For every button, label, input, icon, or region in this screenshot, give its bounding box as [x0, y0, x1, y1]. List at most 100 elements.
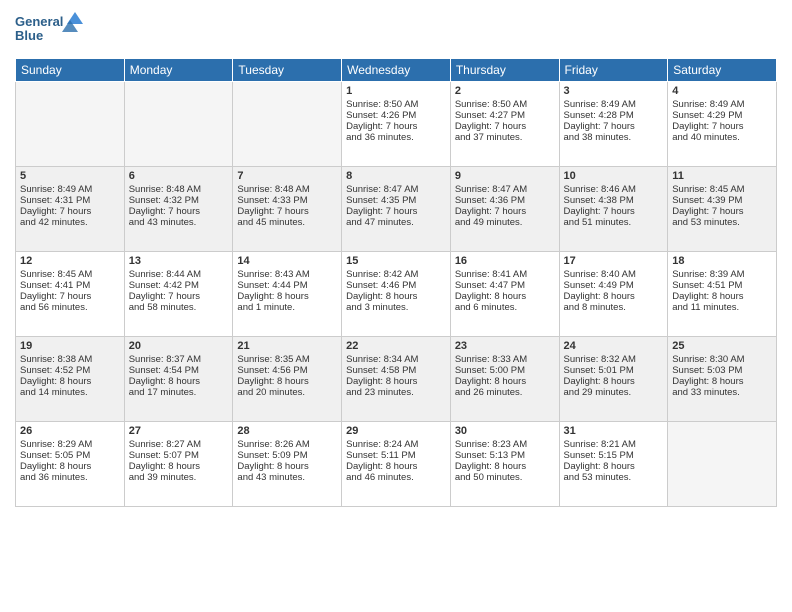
day-info-line: and 14 minutes. [20, 387, 120, 398]
day-number: 23 [455, 340, 555, 352]
day-info-line: and 56 minutes. [20, 302, 120, 313]
logo-svg: General Blue [15, 10, 85, 50]
calendar-cell-w5d4: 29Sunrise: 8:24 AMSunset: 5:11 PMDayligh… [342, 422, 451, 507]
day-number: 11 [672, 170, 772, 182]
day-info-line: Sunset: 4:36 PM [455, 195, 555, 206]
calendar-cell-w4d7: 25Sunrise: 8:30 AMSunset: 5:03 PMDayligh… [668, 337, 777, 422]
day-info-line: Sunset: 4:42 PM [129, 280, 229, 291]
day-info-line: Sunset: 4:39 PM [672, 195, 772, 206]
calendar-cell-w4d2: 20Sunrise: 8:37 AMSunset: 4:54 PMDayligh… [124, 337, 233, 422]
day-info-line: Sunset: 4:32 PM [129, 195, 229, 206]
weekday-header-row: SundayMondayTuesdayWednesdayThursdayFrid… [16, 59, 777, 82]
page: General Blue SundayMondayTuesdayWednesda… [0, 0, 792, 612]
day-info-line: and 20 minutes. [237, 387, 337, 398]
day-info-line: and 6 minutes. [455, 302, 555, 313]
day-info-line: Sunset: 4:56 PM [237, 365, 337, 376]
calendar-cell-w2d3: 7Sunrise: 8:48 AMSunset: 4:33 PMDaylight… [233, 167, 342, 252]
day-number: 9 [455, 170, 555, 182]
calendar-cell-w1d7: 4Sunrise: 8:49 AMSunset: 4:29 PMDaylight… [668, 82, 777, 167]
day-info-line: and 40 minutes. [672, 132, 772, 143]
day-number: 20 [129, 340, 229, 352]
weekday-header-thursday: Thursday [450, 59, 559, 82]
day-info-line: Daylight: 8 hours [129, 376, 229, 387]
calendar-cell-w3d2: 13Sunrise: 8:44 AMSunset: 4:42 PMDayligh… [124, 252, 233, 337]
day-info-line: and 46 minutes. [346, 472, 446, 483]
day-info-line: and 39 minutes. [129, 472, 229, 483]
calendar-cell-w4d3: 21Sunrise: 8:35 AMSunset: 4:56 PMDayligh… [233, 337, 342, 422]
calendar-cell-w1d4: 1Sunrise: 8:50 AMSunset: 4:26 PMDaylight… [342, 82, 451, 167]
day-info-line: Sunset: 5:15 PM [564, 450, 664, 461]
day-info-line: Sunrise: 8:50 AM [346, 99, 446, 110]
day-info-line: Sunrise: 8:23 AM [455, 439, 555, 450]
day-info-line: Sunrise: 8:47 AM [455, 184, 555, 195]
day-info-line: Sunrise: 8:26 AM [237, 439, 337, 450]
calendar-cell-w1d6: 3Sunrise: 8:49 AMSunset: 4:28 PMDaylight… [559, 82, 668, 167]
day-info-line: Sunrise: 8:45 AM [672, 184, 772, 195]
day-number: 6 [129, 170, 229, 182]
weekday-header-saturday: Saturday [668, 59, 777, 82]
day-info-line: Daylight: 7 hours [564, 206, 664, 217]
day-info-line: Daylight: 8 hours [20, 376, 120, 387]
day-info-line: Daylight: 8 hours [672, 291, 772, 302]
day-info-line: Daylight: 8 hours [237, 376, 337, 387]
day-info-line: and 33 minutes. [672, 387, 772, 398]
day-number: 24 [564, 340, 664, 352]
day-info-line: Sunrise: 8:29 AM [20, 439, 120, 450]
day-info-line: and 1 minute. [237, 302, 337, 313]
day-number: 21 [237, 340, 337, 352]
day-info-line: Daylight: 8 hours [564, 376, 664, 387]
day-info-line: and 36 minutes. [346, 132, 446, 143]
day-info-line: Daylight: 8 hours [455, 291, 555, 302]
logo: General Blue [15, 10, 85, 50]
day-info-line: Daylight: 8 hours [564, 461, 664, 472]
day-info-line: Sunset: 4:49 PM [564, 280, 664, 291]
day-info-line: Sunrise: 8:27 AM [129, 439, 229, 450]
day-info-line: Daylight: 8 hours [455, 376, 555, 387]
calendar-cell-w3d3: 14Sunrise: 8:43 AMSunset: 4:44 PMDayligh… [233, 252, 342, 337]
day-info-line: and 51 minutes. [564, 217, 664, 228]
day-info-line: and 26 minutes. [455, 387, 555, 398]
calendar-cell-w2d1: 5Sunrise: 8:49 AMSunset: 4:31 PMDaylight… [16, 167, 125, 252]
day-info-line: and 53 minutes. [564, 472, 664, 483]
calendar-cell-w4d6: 24Sunrise: 8:32 AMSunset: 5:01 PMDayligh… [559, 337, 668, 422]
weekday-header-tuesday: Tuesday [233, 59, 342, 82]
calendar-cell-w2d5: 9 Sunrise: 8:47 AMSunset: 4:36 PMDaylight… [450, 167, 559, 252]
day-info-line: Daylight: 8 hours [672, 376, 772, 387]
day-info-line: Sunrise: 8:43 AM [237, 269, 337, 280]
day-info-line: Daylight: 7 hours [129, 291, 229, 302]
day-info-line: Sunrise: 8:49 AM [564, 99, 664, 110]
day-number: 26 [20, 425, 120, 437]
day-info-line: Daylight: 7 hours [346, 206, 446, 217]
day-info-line: Daylight: 7 hours [455, 206, 555, 217]
calendar-cell-w2d4: 8Sunrise: 8:47 AMSunset: 4:35 PMDaylight… [342, 167, 451, 252]
weekday-header-sunday: Sunday [16, 59, 125, 82]
day-number: 18 [672, 255, 772, 267]
day-info-line: Sunset: 4:38 PM [564, 195, 664, 206]
day-info-line: Daylight: 8 hours [237, 461, 337, 472]
day-info-line: Daylight: 7 hours [672, 121, 772, 132]
day-number: 22 [346, 340, 446, 352]
day-info-line: Sunset: 4:35 PM [346, 195, 446, 206]
day-info-line: and 8 minutes. [564, 302, 664, 313]
day-number: 4 [672, 85, 772, 97]
day-info-line: Sunset: 5:09 PM [237, 450, 337, 461]
calendar-cell-w5d3: 28Sunrise: 8:26 AMSunset: 5:09 PMDayligh… [233, 422, 342, 507]
day-number: 5 [20, 170, 120, 182]
day-info-line: and 38 minutes. [564, 132, 664, 143]
day-info-line: Sunrise: 8:47 AM [346, 184, 446, 195]
day-info-line: Sunset: 4:41 PM [20, 280, 120, 291]
day-info-line: Sunset: 4:58 PM [346, 365, 446, 376]
day-number: 12 [20, 255, 120, 267]
calendar-cell-w3d4: 15Sunrise: 8:42 AMSunset: 4:46 PMDayligh… [342, 252, 451, 337]
day-info-line: Daylight: 7 hours [672, 206, 772, 217]
calendar-week-5: 26Sunrise: 8:29 AMSunset: 5:05 PMDayligh… [16, 422, 777, 507]
calendar-cell-w4d4: 22Sunrise: 8:34 AMSunset: 4:58 PMDayligh… [342, 337, 451, 422]
day-info-line: Sunset: 5:13 PM [455, 450, 555, 461]
calendar-week-4: 19Sunrise: 8:38 AMSunset: 4:52 PMDayligh… [16, 337, 777, 422]
day-info-line: Sunrise: 8:44 AM [129, 269, 229, 280]
day-info-line: Daylight: 7 hours [20, 206, 120, 217]
calendar-cell-w2d2: 6Sunrise: 8:48 AMSunset: 4:32 PMDaylight… [124, 167, 233, 252]
day-info-line: and 17 minutes. [129, 387, 229, 398]
day-info-line: Sunset: 5:01 PM [564, 365, 664, 376]
calendar-cell-w5d1: 26Sunrise: 8:29 AMSunset: 5:05 PMDayligh… [16, 422, 125, 507]
